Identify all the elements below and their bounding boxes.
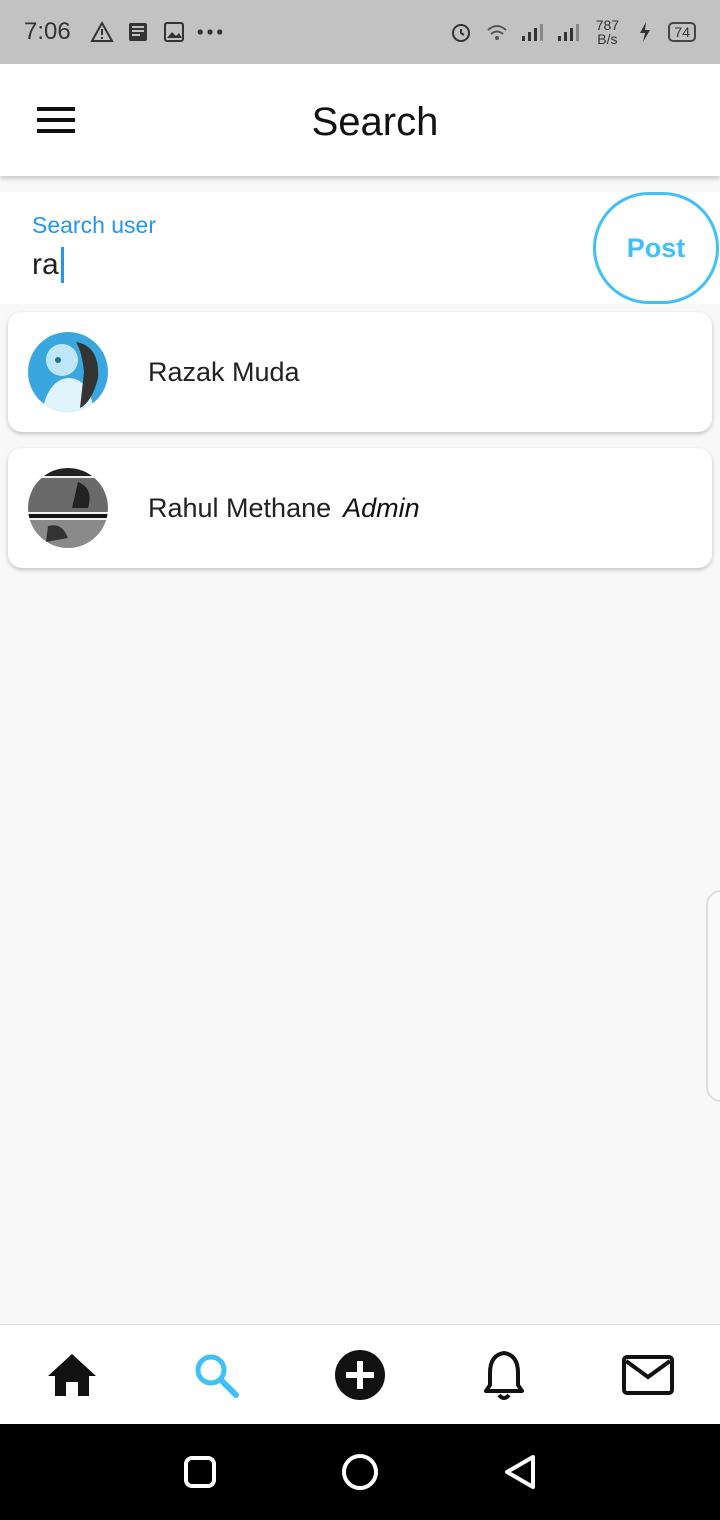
user-name: Razak Muda	[148, 356, 300, 387]
app-bar: Search	[0, 64, 720, 176]
signal-icon	[556, 19, 582, 45]
status-time: 7:06	[24, 18, 71, 45]
battery-indicator: 74	[668, 22, 696, 42]
mail-icon	[622, 1354, 674, 1395]
search-icon	[195, 1354, 239, 1398]
search-field-label: Search user	[32, 212, 157, 238]
signal-icon	[520, 19, 546, 45]
add-circle-icon	[335, 1349, 385, 1400]
side-drawer-handle[interactable]	[706, 890, 720, 1102]
status-notifications	[89, 19, 223, 45]
search-form: Search user ra Post	[0, 192, 720, 304]
more-dots-icon	[197, 19, 223, 45]
nav-home[interactable]	[32, 1335, 112, 1415]
user-result-card[interactable]: Razak Muda	[8, 312, 712, 432]
nav-search[interactable]	[176, 1335, 256, 1415]
news-icon	[125, 19, 151, 45]
back-button[interactable]	[495, 1447, 545, 1497]
avatar	[28, 468, 108, 548]
nav-notifications[interactable]	[464, 1335, 544, 1415]
nav-messages[interactable]	[608, 1335, 688, 1415]
search-input-value: ra	[32, 248, 59, 281]
bottom-navigation	[0, 1324, 720, 1424]
page-title: Search	[311, 100, 439, 144]
status-system-icons: 787 B/s 74	[448, 18, 696, 46]
alarm-icon	[448, 19, 474, 45]
user-name: Rahul Methane	[148, 492, 332, 523]
system-navigation-bar	[0, 1424, 720, 1520]
text-caret	[60, 247, 64, 283]
avatar	[28, 332, 108, 412]
warning-icon	[89, 19, 115, 45]
home-circle-icon	[342, 1454, 378, 1490]
admin-badge: Admin	[343, 492, 420, 523]
post-button[interactable]: Post	[593, 192, 719, 304]
network-speed-unit: B/s	[597, 31, 618, 47]
network-speed: 787 B/s	[592, 18, 622, 46]
recents-button[interactable]	[175, 1447, 225, 1497]
home-icon	[48, 1353, 96, 1396]
user-result-card[interactable]: Rahul Methane Admin	[8, 448, 712, 568]
status-bar: 7:06 787 B/s 74	[0, 0, 720, 64]
home-button[interactable]	[335, 1447, 385, 1497]
search-input[interactable]: ra	[32, 246, 572, 284]
wifi-icon	[484, 19, 510, 45]
bell-icon	[484, 1350, 524, 1400]
image-icon	[161, 19, 187, 45]
charging-icon	[632, 19, 658, 45]
recents-square-icon	[184, 1456, 216, 1488]
nav-add-post[interactable]	[320, 1335, 400, 1415]
back-triangle-icon	[505, 1455, 535, 1489]
